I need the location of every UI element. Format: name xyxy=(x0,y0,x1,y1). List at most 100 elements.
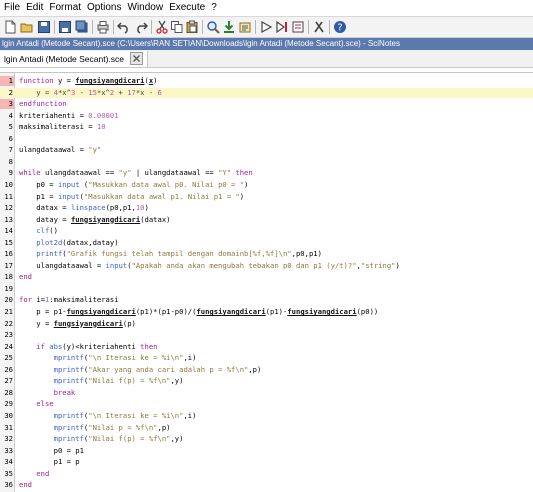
code-text: p0 = input ("Masukkan data awal p0. Nila… xyxy=(19,180,248,190)
line-number: 27 xyxy=(4,376,13,386)
code-line[interactable]: 25 mprintf("\n Iterasi ke = %i\n",i) xyxy=(0,353,533,363)
code-text: datay = fungsiyangdicari(datax) xyxy=(19,215,170,225)
menu-file[interactable]: File xyxy=(2,0,22,16)
code-line[interactable]: 24 if abs(y)<kriteriahenti then xyxy=(0,342,533,352)
copy-icon[interactable] xyxy=(170,20,184,34)
code-line[interactable]: 11 p1 = input("Masukkan data awal p1. Ni… xyxy=(0,192,533,202)
line-number: 20 xyxy=(4,295,13,305)
code-token: mprintf xyxy=(19,422,84,432)
code-line[interactable]: 13 datay = fungsiyangdicari(datax) xyxy=(0,215,533,225)
tab-file[interactable]: lgin Antadi (Metode Secant).sce xyxy=(0,51,149,67)
line-number: 35 xyxy=(4,468,13,478)
code-line[interactable]: 29 else xyxy=(0,399,533,409)
code-line[interactable]: 28 break xyxy=(0,388,533,398)
paste-icon[interactable] xyxy=(185,20,199,34)
code-token: ) xyxy=(244,179,249,189)
code-line[interactable]: 26 mprintf("Akar yang anda cari adalah p… xyxy=(0,365,533,375)
code-text: function y = fungsiyangdicari(x) xyxy=(19,76,158,86)
code-line[interactable]: 22 y = fungsiyangdicari(p) xyxy=(0,319,533,329)
code-line[interactable]: 16 printf("Grafik fungsi telah tampil de… xyxy=(0,249,533,259)
code-line[interactable]: 1 function y = fungsiyangdicari(x) xyxy=(0,76,533,86)
code-token: ,i) xyxy=(183,410,197,420)
code-line[interactable]: 8 xyxy=(0,157,533,167)
code-line[interactable]: 31 mprintf("Nilai p = %f\n",p) xyxy=(0,423,533,433)
code-token: input xyxy=(57,179,80,189)
code-line[interactable]: 12 datax = linspace(p0,p1,10) xyxy=(0,203,533,213)
line-number: 17 xyxy=(4,260,13,270)
code-token: ) xyxy=(395,260,400,270)
code-token: (p0,p1, xyxy=(105,203,136,213)
code-line[interactable]: 2 y = 4*x^3 - 15*x^2 + 17*x - 6 xyxy=(0,87,533,98)
code-line[interactable]: 36 end xyxy=(0,480,533,490)
code-token: mprintf xyxy=(19,353,84,363)
code-token: "Nilai f(p) = %f\n" xyxy=(88,376,171,386)
code-token: "Nilai p = %f\n" xyxy=(88,422,158,432)
code-line[interactable]: 6 xyxy=(0,134,533,144)
debug-icon[interactable] xyxy=(291,20,305,34)
code-token: else xyxy=(19,399,54,409)
save-icon[interactable] xyxy=(37,20,51,34)
code-token: ) xyxy=(144,203,149,213)
code-line[interactable]: 20 for i=1:maksimaliterasi xyxy=(0,295,533,305)
code-text: mprintf("Nilai p = %f\n",p) xyxy=(19,422,171,433)
execute-icon[interactable] xyxy=(222,20,236,34)
code-line[interactable]: 15 plot2d(datax,datay) xyxy=(0,238,533,248)
line-number: 18 xyxy=(4,272,13,282)
line-number: 1 xyxy=(8,76,13,85)
code-token: kriteriahenti = xyxy=(19,110,89,120)
code-line[interactable]: 19 xyxy=(0,284,533,294)
code-line[interactable]: 14 clf() xyxy=(0,226,533,236)
open-file-icon[interactable] xyxy=(20,20,34,34)
menu-help[interactable]: ? xyxy=(209,0,219,16)
code-line[interactable]: 18 end xyxy=(0,272,533,282)
code-token: ,p) xyxy=(248,364,262,374)
code-line[interactable]: 3 endfunction xyxy=(0,99,533,109)
code-line[interactable]: 21 p = p1-fungsiyangdicari(p1)*(p1-p0)/(… xyxy=(0,307,533,317)
print-icon[interactable] xyxy=(96,20,110,34)
menu-format[interactable]: Format xyxy=(47,0,83,16)
code-line[interactable]: 17 ulangdataawal = input("Apakah anda ak… xyxy=(0,261,533,271)
run-icon[interactable] xyxy=(259,20,273,34)
redo-icon[interactable] xyxy=(134,20,148,34)
code-token: then xyxy=(140,341,158,351)
code-line[interactable]: 9 while ulangdataawal == "y" | ulangdataa… xyxy=(0,168,533,178)
find-icon[interactable] xyxy=(206,20,220,34)
close-tab-icon[interactable] xyxy=(130,52,144,66)
undo-icon[interactable] xyxy=(117,20,131,34)
load-icon[interactable] xyxy=(238,20,252,34)
menu-edit[interactable]: Edit xyxy=(24,0,45,16)
code-token: ) xyxy=(153,76,158,85)
new-file-icon[interactable] xyxy=(3,20,17,34)
code-token: "Y" xyxy=(218,168,232,178)
code-line[interactable]: 10 p0 = input ("Masukkan data awal p0. N… xyxy=(0,180,533,190)
code-line[interactable]: 33 p0 = p1 xyxy=(0,446,533,456)
code-line[interactable]: 7 ulangdataawal = "y" xyxy=(0,145,533,155)
menu-window[interactable]: Window xyxy=(126,0,166,16)
code-token: + xyxy=(114,87,128,97)
cut-icon[interactable] xyxy=(155,20,169,34)
code-token: abs xyxy=(49,341,63,351)
code-line[interactable]: 30 mprintf("\n Iterasi ke = %i\n",i) xyxy=(0,411,533,421)
tools-icon[interactable] xyxy=(312,20,326,34)
code-token: "Masukkan data awal p1. Nilai p1 = " xyxy=(83,191,240,201)
save-all-icon[interactable] xyxy=(75,20,89,34)
code-line[interactable]: 5 maksimaliterasi = 10 xyxy=(0,122,533,132)
code-line[interactable]: 34 p1 = p xyxy=(0,457,533,467)
code-line[interactable]: 23 xyxy=(0,330,533,340)
line-number: 26 xyxy=(4,364,13,374)
code-editor[interactable]: 1 function y = fungsiyangdicari(x) 2 y = 4… xyxy=(0,72,533,492)
code-token: y = xyxy=(19,87,54,97)
code-token: p1 = xyxy=(19,191,58,201)
code-token: ,p0,p1) xyxy=(291,249,322,259)
menu-execute[interactable]: Execute xyxy=(167,0,207,16)
code-line[interactable]: 4 kriteriahenti = 0.00001 xyxy=(0,111,533,121)
code-token: ulangdataawal = xyxy=(19,145,89,155)
code-line[interactable]: 27 mprintf("Nilai f(p) = %f\n",y) xyxy=(0,376,533,386)
code-line[interactable]: 35 end xyxy=(0,469,533,479)
save-as-icon[interactable] xyxy=(58,20,72,34)
menu-options[interactable]: Options xyxy=(85,0,123,16)
code-line[interactable]: 32 mprintf("Nilai f(p) = %f\n",y) xyxy=(0,434,533,444)
step-icon[interactable] xyxy=(275,20,289,34)
code-token: "y" xyxy=(88,145,102,155)
help-icon[interactable]: ? xyxy=(333,20,347,34)
